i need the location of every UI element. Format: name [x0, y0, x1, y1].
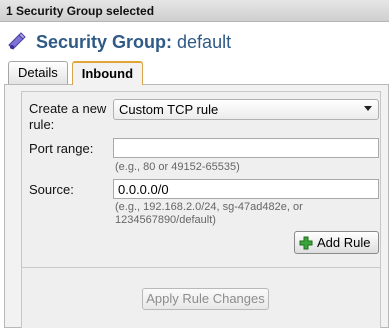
selection-status-text: 1 Security Group selected	[6, 4, 155, 18]
port-range-input[interactable]	[113, 138, 379, 158]
port-range-hint: (e.g., 80 or 49152-65535)	[115, 161, 240, 173]
chevron-down-icon	[364, 106, 372, 111]
inbound-panel: Create a new rule: Custom TCP rule Port …	[4, 84, 389, 328]
title-label: Security Group:	[36, 31, 173, 52]
source-input[interactable]	[113, 179, 379, 199]
rule-type-select[interactable]: Custom TCP rule	[113, 99, 379, 120]
selection-status-bar: 1 Security Group selected	[0, 0, 389, 22]
add-rule-button[interactable]: Add Rule	[294, 231, 379, 254]
title-text: Security Group: default	[36, 32, 231, 53]
rule-form: Create a new rule: Custom TCP rule Port …	[21, 91, 381, 328]
source-hint: (e.g., 192.168.2.0/24, sg-47ad482e, or 1…	[115, 201, 303, 226]
port-range-label: Port range:	[29, 141, 94, 156]
apply-rule-changes-button[interactable]: Apply Rule Changes	[142, 288, 269, 310]
tab-bar: Details Inbound	[8, 61, 147, 85]
tab-inbound[interactable]: Inbound	[71, 61, 144, 85]
page-title: Security Group: default	[6, 29, 231, 55]
rule-type-selected: Custom TCP rule	[119, 102, 219, 117]
security-group-icon	[8, 32, 26, 50]
source-label: Source:	[29, 182, 74, 197]
form-divider	[22, 267, 380, 268]
add-rule-label: Add Rule	[317, 235, 371, 250]
tab-details[interactable]: Details	[8, 61, 68, 84]
create-rule-label: Create a new rule:	[29, 101, 107, 132]
plus-icon	[299, 236, 313, 249]
title-value: default	[177, 31, 232, 52]
